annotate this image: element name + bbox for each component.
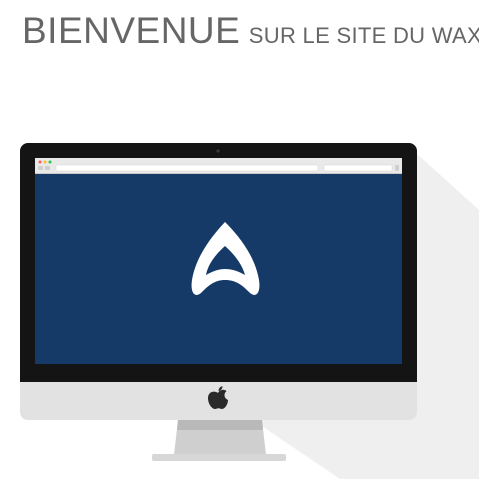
stand-base — [152, 454, 286, 461]
maximize-icon — [48, 160, 52, 164]
menu-button — [395, 165, 399, 171]
address-bar — [55, 164, 319, 172]
screen — [35, 158, 402, 364]
imac-illustration — [20, 143, 479, 479]
camera-dot — [216, 149, 220, 153]
search-bar — [323, 164, 393, 172]
close-icon — [38, 160, 42, 164]
minimize-icon — [43, 160, 47, 164]
forward-button — [45, 166, 50, 170]
back-button — [38, 166, 43, 170]
